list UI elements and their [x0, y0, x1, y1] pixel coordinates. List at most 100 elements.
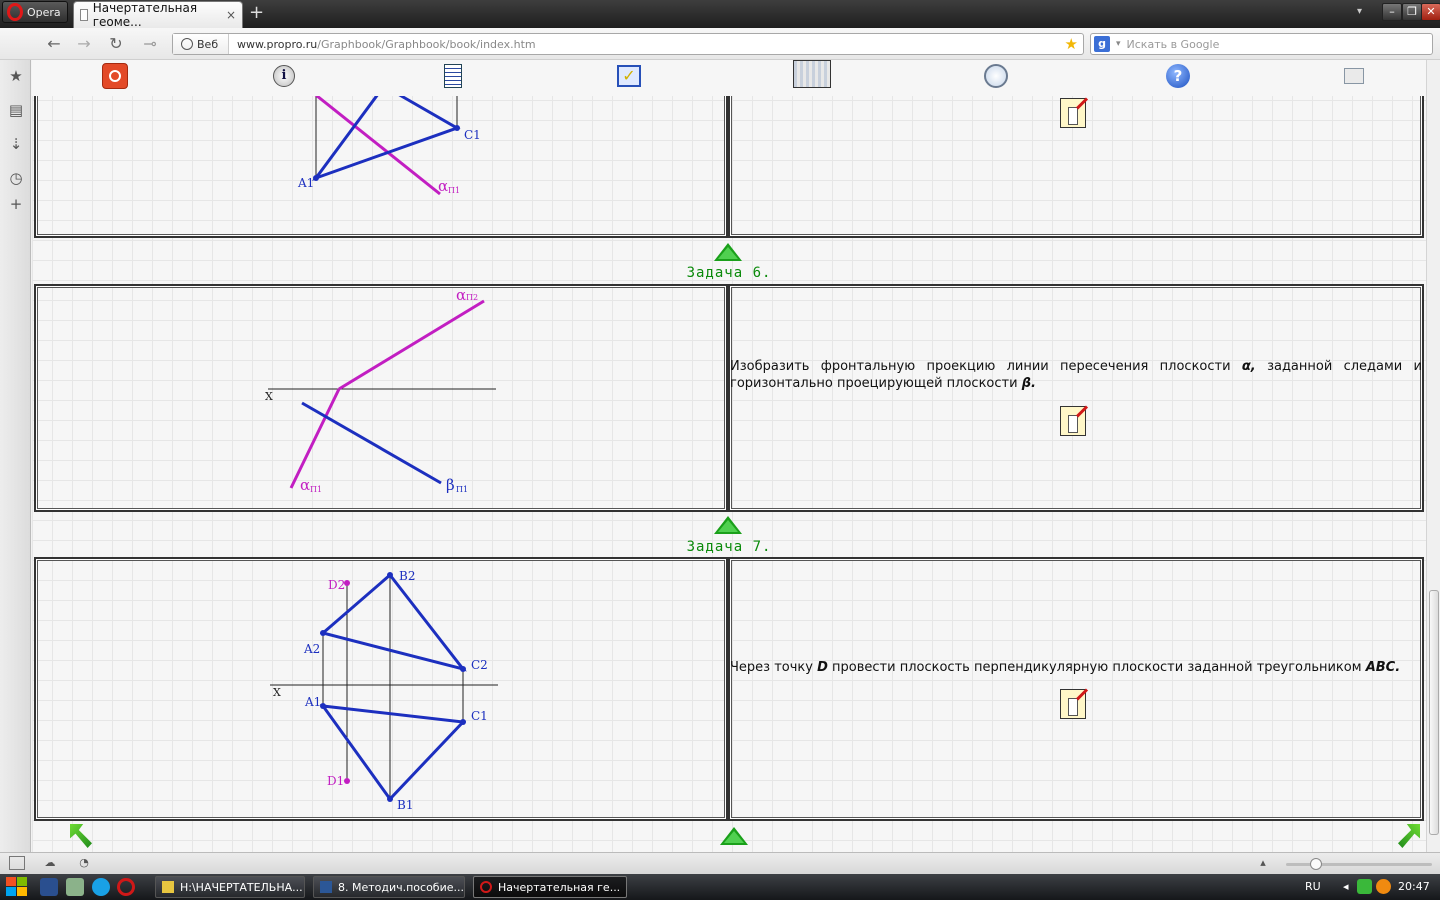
label-alpha-p2: α	[456, 286, 466, 304]
label-alpha-p1: α	[300, 476, 310, 494]
task6-heading: Задача 6.	[686, 265, 772, 281]
task6-drawing: α П2 X α П1 β П1	[265, 286, 496, 494]
label-c1: C1	[464, 128, 481, 142]
turbo-gauge-icon[interactable]: ◔	[76, 856, 92, 870]
tab-close-icon[interactable]: ×	[226, 8, 236, 22]
tray-update-icon[interactable]	[1376, 879, 1391, 894]
new-tab-button[interactable]: +	[249, 3, 264, 23]
tray-expand-icon[interactable]: ◂	[1343, 880, 1349, 893]
taskbar-window-label: 8. Методич.пособие...	[337, 880, 464, 894]
label-x-axis: X	[265, 390, 273, 403]
search-engine-dropdown-icon[interactable]: ▾	[1116, 39, 1121, 49]
downloads-icon[interactable]: ⇣	[6, 134, 26, 154]
scrollbar-thumb[interactable]	[1429, 590, 1439, 835]
prev-page-arrow-icon[interactable]	[70, 824, 92, 848]
label-b2: B2	[399, 569, 415, 583]
tray-security-icon[interactable]	[1357, 879, 1372, 894]
vertical-scrollbar[interactable]	[1426, 60, 1440, 852]
label-a2: A2	[303, 642, 320, 656]
url-text[interactable]: www.propro.ru/Graphbook/Graphbook/book/i…	[229, 38, 536, 51]
exit-power-icon[interactable]	[102, 63, 128, 89]
notepad-icon[interactable]	[1060, 689, 1086, 719]
task7-text: Через точку D провести плоскость перпенд…	[730, 659, 1422, 676]
add-panel-icon[interactable]: +	[6, 194, 26, 214]
key-icon[interactable]: ⊸	[138, 34, 162, 54]
minimize-button[interactable]: –	[1382, 3, 1402, 21]
notes-icon[interactable]: ▤	[6, 100, 26, 120]
book-toolbar: i ✓ ?	[32, 60, 1426, 96]
task7-drawing: D2 B2 A2 C2 X A1 C1 D1 B1	[270, 569, 498, 812]
label-beta-sub: П1	[456, 485, 468, 494]
contents-document-icon[interactable]	[444, 64, 462, 88]
task7-text-cell: Через точку D провести плоскость перпенд…	[728, 557, 1424, 821]
back-arrow-icon[interactable]: ←	[44, 34, 64, 54]
language-indicator[interactable]: RU	[1305, 880, 1321, 893]
book-icon[interactable]	[1344, 68, 1364, 84]
task7-text-part2: провести плоскость перпендикулярную плос…	[832, 660, 1362, 675]
scroll-top-arrow-icon[interactable]	[720, 827, 748, 845]
url-path: /Graphbook/Graphbook/book/index.htm	[317, 37, 536, 51]
scroll-top-arrow-icon[interactable]	[714, 243, 742, 261]
forward-arrow-icon[interactable]: →	[74, 34, 94, 54]
label-beta: β	[446, 476, 455, 494]
info-icon[interactable]: i	[273, 65, 295, 87]
task7-symbol-abc: ABC.	[1365, 660, 1401, 675]
opera-quicklaunch-icon[interactable]	[117, 878, 135, 896]
maximize-button[interactable]: ❐	[1402, 3, 1422, 21]
task6-drawing-cell: α П2 X α П1 β П1	[34, 284, 728, 512]
opera-menu-button[interactable]: Opera	[2, 1, 68, 23]
help-question-icon[interactable]: ?	[1166, 64, 1190, 88]
notepad-icon[interactable]	[1060, 406, 1086, 436]
bookmarks-star-icon[interactable]: ★	[6, 66, 26, 86]
zoom-slider[interactable]	[1286, 858, 1432, 870]
opera-unite-cloud-icon[interactable]: ☁	[42, 856, 58, 870]
zoom-slider-knob[interactable]	[1310, 858, 1322, 870]
zoom-up-icon[interactable]: ▴	[1255, 856, 1271, 870]
task7-symbol-d: D	[817, 660, 828, 675]
tab-menu-icon[interactable]: ▾	[1357, 6, 1362, 17]
site-info-button[interactable]: Веб	[173, 34, 229, 54]
label-a1: A1	[304, 695, 321, 709]
scroll-top-arrow-icon[interactable]	[714, 516, 742, 534]
page-icon	[80, 9, 88, 21]
task7-text-part1: Через точку	[730, 660, 813, 675]
label-alpha: α	[438, 177, 448, 195]
timer-clock-icon[interactable]	[984, 64, 1008, 88]
address-bar[interactable]: Веб www.propro.ru/Graphbook/Graphbook/bo…	[172, 33, 1084, 55]
test-check-icon[interactable]: ✓	[617, 65, 641, 87]
next-page-arrow-icon[interactable]	[1398, 824, 1420, 848]
quicklaunch-folder-icon[interactable]	[66, 878, 84, 896]
task7-heading: Задача 7.	[686, 539, 772, 555]
notepad-icon[interactable]	[1060, 98, 1086, 128]
clock: 20:47	[1398, 880, 1430, 893]
taskbar-window-opera[interactable]: Начертательная ге...	[473, 876, 627, 898]
taskbar-window-explorer[interactable]: Н:\НАЧЕРТАТЕЛЬНА...	[155, 876, 305, 898]
label-alpha-p2-sub: П2	[466, 293, 478, 302]
search-box[interactable]: g ▾ Искать в Google	[1090, 33, 1433, 55]
task6-text-cell: Изобразить фронтальную проекцию линии пе…	[728, 284, 1424, 512]
close-window-button[interactable]: ✕	[1421, 3, 1440, 21]
start-windows-icon[interactable]	[4, 876, 30, 898]
history-clock-icon[interactable]: ◷	[6, 168, 26, 188]
tab-active[interactable]: Начертательная геоме... ×	[73, 1, 243, 29]
reload-icon[interactable]: ↻	[106, 34, 126, 54]
windows-taskbar: Н:\НАЧЕРТАТЕЛЬНА... 8. Методич.пособие..…	[0, 874, 1440, 900]
google-logo-icon[interactable]: g	[1094, 36, 1110, 52]
quicklaunch-fw-icon[interactable]	[40, 878, 58, 896]
search-input[interactable]: Искать в Google	[1127, 38, 1220, 51]
title-bar: Opera Начертательная геоме... × + ▾ – ❐ …	[0, 0, 1440, 29]
task6-text-part1: Изобразить фронтальную проекцию линии пе…	[730, 359, 1231, 374]
bookmark-star-icon[interactable]: ★	[1065, 35, 1078, 53]
label-c2: C2	[471, 658, 488, 672]
task6-symbol-alpha: α,	[1241, 359, 1256, 374]
label-b1: B1	[397, 798, 413, 812]
drawings-image-icon[interactable]	[793, 60, 831, 88]
label-alpha-p1-sub: П1	[310, 485, 322, 494]
taskbar-window-label: Начертательная ге...	[498, 880, 621, 894]
task6-text: Изобразить фронтальную проекцию линии пе…	[730, 358, 1422, 392]
taskbar-window-word[interactable]: 8. Методич.пособие...	[313, 876, 465, 898]
skype-icon[interactable]	[92, 878, 110, 896]
opera-menu-label: Opera	[27, 5, 61, 19]
panel-toggle-icon[interactable]	[9, 856, 25, 870]
task6-symbol-beta: β.	[1021, 376, 1036, 391]
